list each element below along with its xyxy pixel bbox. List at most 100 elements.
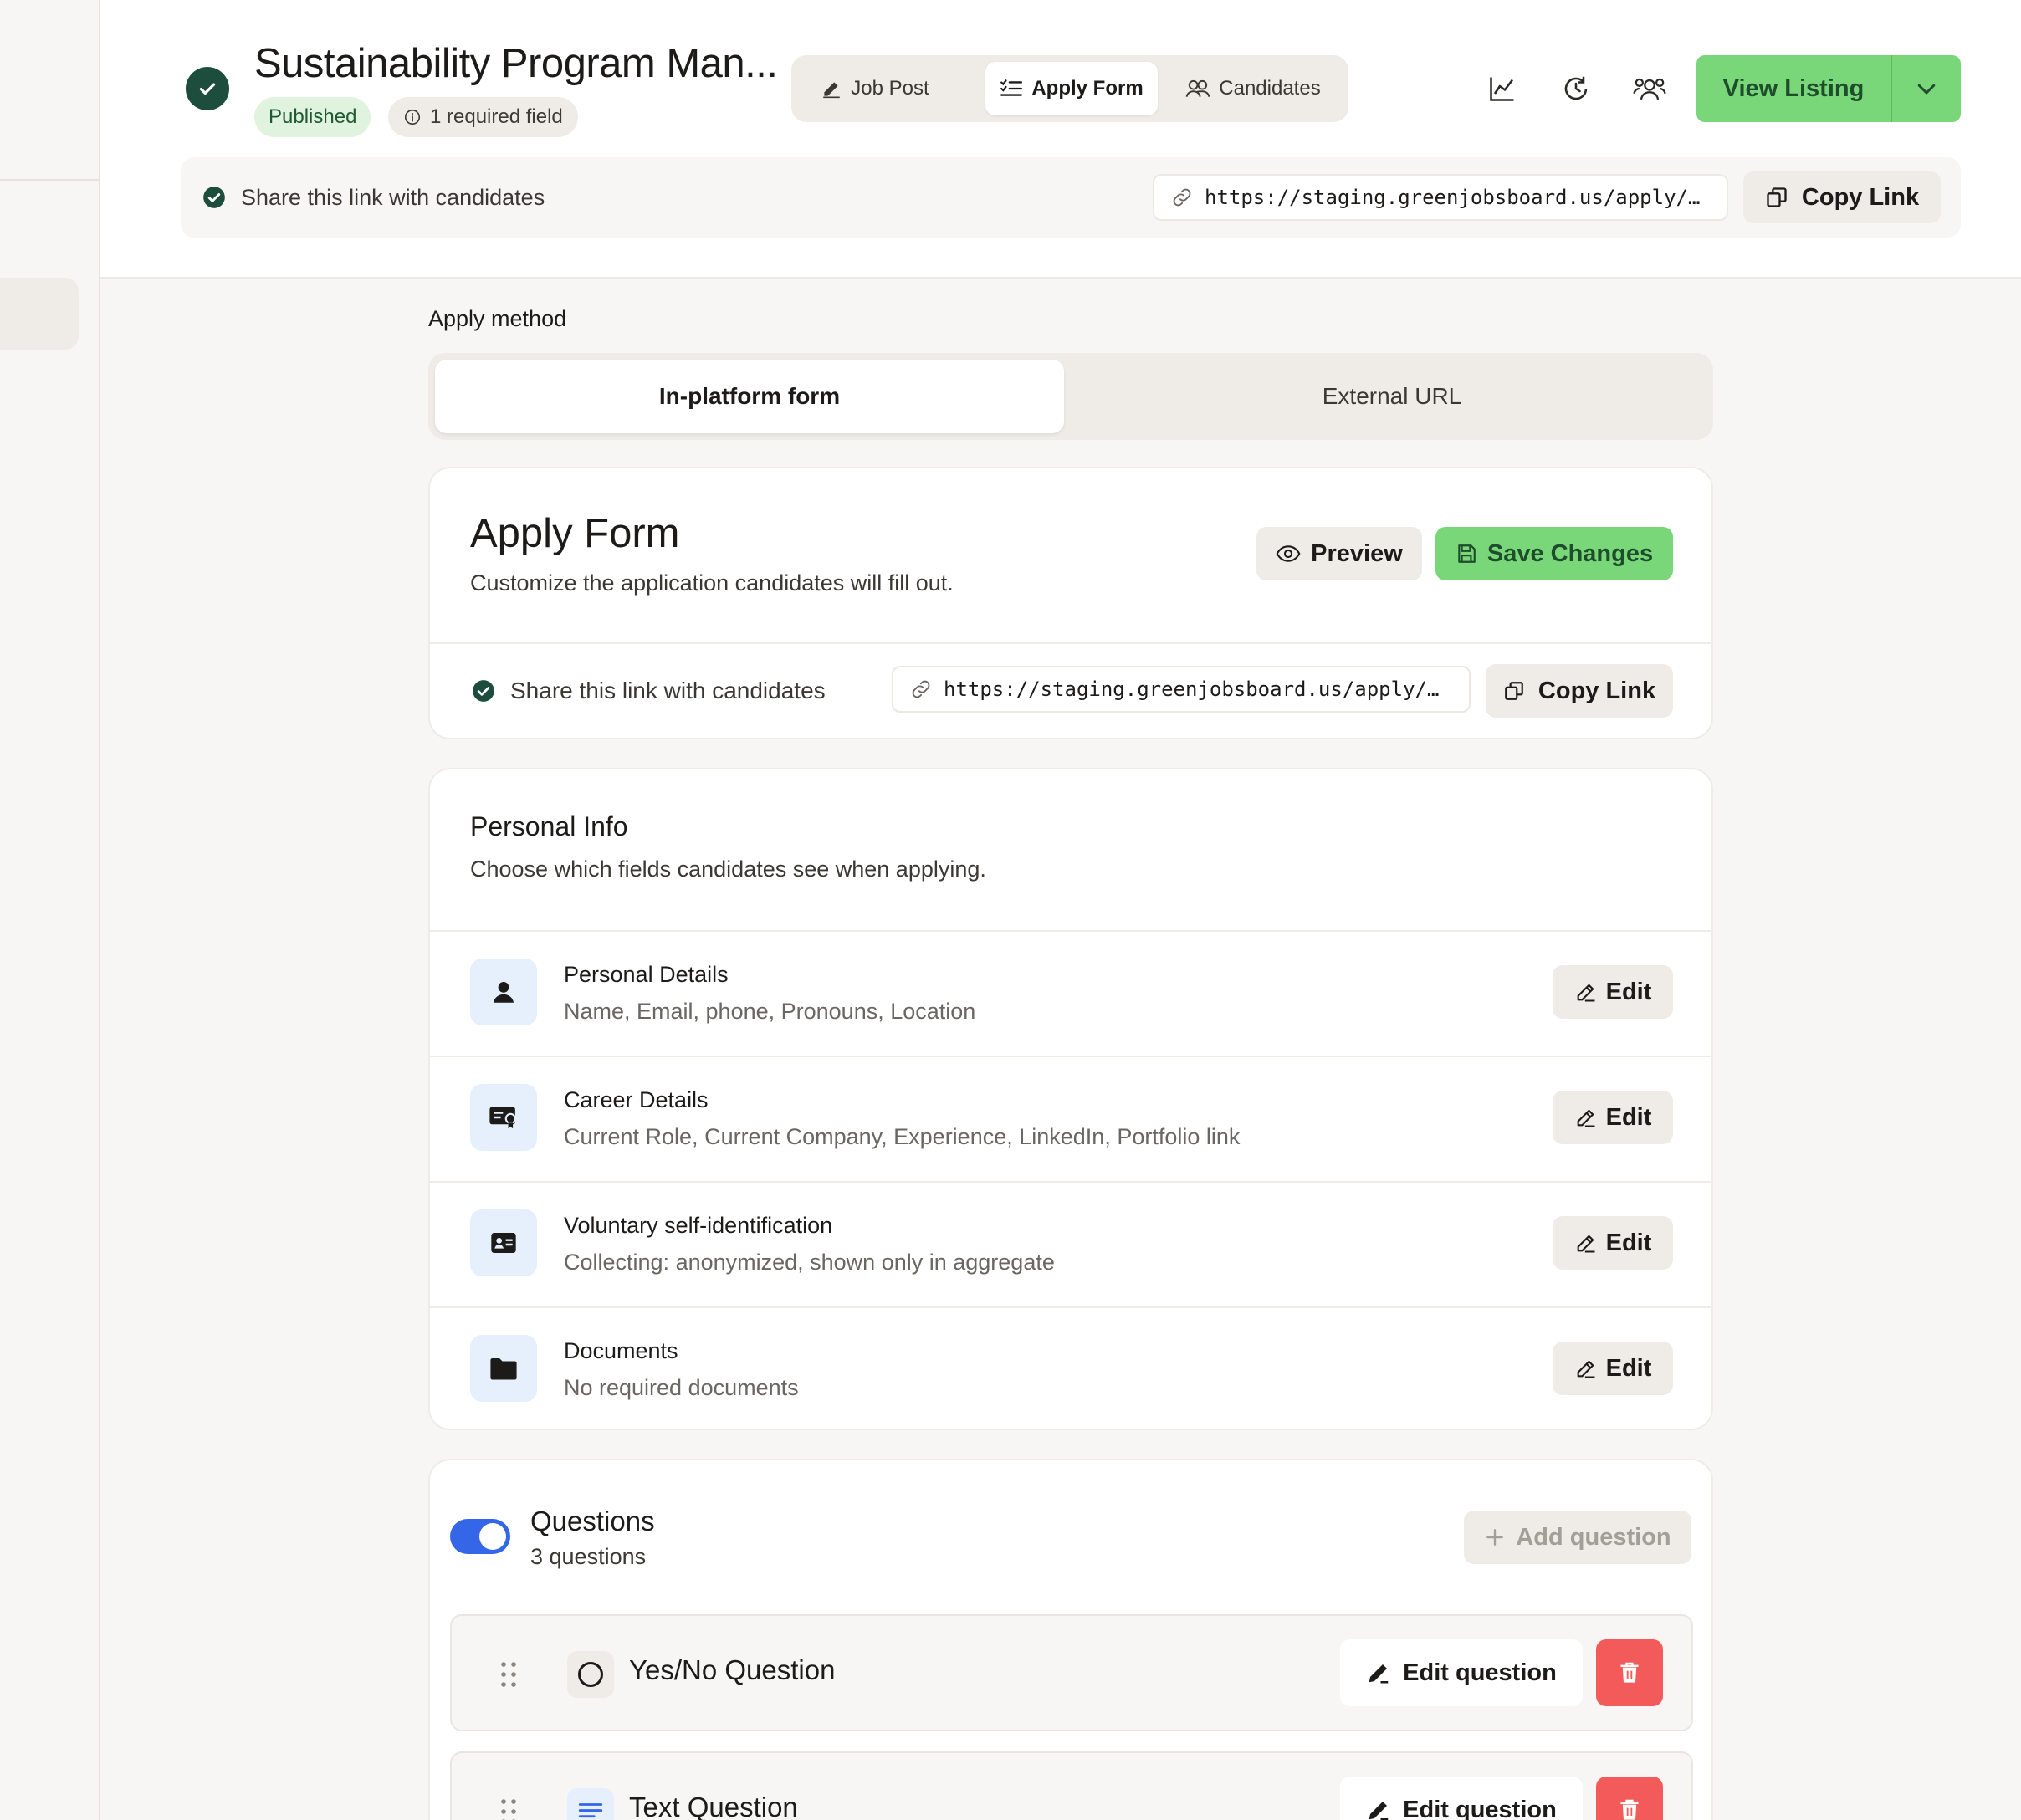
apply-form-copy-link-button[interactable]: Copy Link <box>1486 664 1673 718</box>
left-sidebar <box>0 0 100 1820</box>
pencil-icon <box>1574 1106 1598 1129</box>
edit-personal-details-button[interactable]: Edit <box>1553 965 1673 1019</box>
view-listing-button[interactable]: View Listing <box>1696 55 1892 122</box>
career-details-row: Career Details Current Role, Current Com… <box>430 1056 1711 1179</box>
tab-candidates[interactable]: Candidates <box>1169 62 1337 115</box>
eye-icon <box>1276 543 1301 565</box>
edit-documents-button[interactable]: Edit <box>1553 1342 1673 1395</box>
status-badge: Published <box>254 97 371 137</box>
users-icon <box>1185 78 1210 100</box>
edit-label: Edit <box>1605 1103 1652 1131</box>
preview-label: Preview <box>1311 539 1403 567</box>
apply-method-toggle: In-platform form External URL <box>428 353 1713 440</box>
row-title: Documents <box>564 1338 678 1363</box>
documents-row: Documents No required documents Edit <box>430 1306 1711 1430</box>
pencil-icon <box>1366 1797 1391 1820</box>
share-url: https://staging.greenjobsboard.us/apply/… <box>1205 186 1701 209</box>
pencil-icon <box>1366 1660 1391 1685</box>
edit-question-button[interactable]: Edit question <box>1340 1639 1583 1706</box>
chevron-down-icon <box>1914 76 1939 101</box>
row-divider <box>430 1181 1711 1183</box>
main-tabs: Job Post Apply Form Candidates <box>791 55 1348 122</box>
save-changes-button[interactable]: Save Changes <box>1435 527 1673 580</box>
tab-apply-form[interactable]: Apply Form <box>985 62 1158 115</box>
delete-question-button[interactable] <box>1596 1639 1663 1706</box>
preview-button[interactable]: Preview <box>1256 527 1422 580</box>
drag-handle-icon[interactable] <box>499 1798 519 1820</box>
share-text: Share this link with candidates <box>241 184 545 210</box>
add-question-button[interactable]: Add question <box>1464 1511 1691 1564</box>
row-title: Voluntary self-identification <box>564 1213 833 1238</box>
copy-link-label: Copy Link <box>1537 677 1656 704</box>
tab-job-post[interactable]: Job Post <box>806 62 944 115</box>
self-identification-row: Voluntary self-identification Collecting… <box>430 1181 1711 1305</box>
apply-method-option-external-url[interactable]: External URL <box>1077 360 1706 433</box>
personal-info-subtitle: Choose which fields candidates see when … <box>470 856 986 882</box>
row-divider <box>430 1306 1711 1308</box>
row-description: Name, Email, phone, Pronouns, Location <box>564 999 976 1024</box>
question-label: Yes/No Question <box>629 1654 836 1685</box>
person-icon <box>470 959 537 1025</box>
copy-icon <box>1765 186 1788 209</box>
share-url: https://staging.greenjobsboard.us/apply/… <box>944 677 1440 701</box>
required-field-label: 1 required field <box>430 105 563 128</box>
questions-card: Questions 3 questions Add question Yes/N… <box>428 1459 1713 1820</box>
save-icon <box>1456 543 1477 565</box>
card-divider <box>430 642 1711 644</box>
check-circle-icon <box>472 679 495 703</box>
edit-question-button[interactable]: Edit question <box>1340 1777 1583 1820</box>
required-field-badge[interactable]: 1 required field <box>388 97 578 137</box>
drag-handle-icon[interactable] <box>499 1661 519 1688</box>
apply-form-share-url-field[interactable]: https://staging.greenjobsboard.us/apply/… <box>892 666 1471 713</box>
view-listing-menu-button[interactable] <box>1892 55 1961 122</box>
personal-details-row: Personal Details Name, Email, phone, Pro… <box>430 930 1711 1054</box>
questions-toggle[interactable] <box>450 1519 510 1554</box>
question-item: Text Question Edit question <box>450 1751 1693 1820</box>
apply-method-label: Apply method <box>428 306 567 331</box>
certificate-icon <box>470 1084 537 1151</box>
header-share-url-field[interactable]: https://staging.greenjobsboard.us/apply/… <box>1153 174 1728 221</box>
tab-label: Job Post <box>851 77 929 100</box>
link-icon <box>1171 187 1193 208</box>
row-description: No required documents <box>564 1375 799 1400</box>
question-item: Yes/No Question Edit question <box>450 1614 1693 1731</box>
edit-self-identification-button[interactable]: Edit <box>1553 1216 1673 1270</box>
delete-question-button[interactable] <box>1596 1777 1663 1820</box>
save-changes-label: Save Changes <box>1486 539 1654 567</box>
team-icon[interactable] <box>1628 67 1671 110</box>
toggle-knob <box>479 1523 506 1550</box>
text-lines-icon <box>567 1788 614 1820</box>
header-copy-link-button[interactable]: Copy Link <box>1743 171 1941 223</box>
history-icon[interactable] <box>1554 67 1598 110</box>
personal-info-title: Personal Info <box>470 811 628 841</box>
row-title: Personal Details <box>564 962 729 987</box>
edit-label: Edit <box>1605 1229 1652 1256</box>
row-title: Career Details <box>564 1087 709 1112</box>
apply-form-card: Apply Form Customize the application can… <box>428 467 1713 739</box>
edit-question-label: Edit question <box>1403 1659 1557 1686</box>
question-label: Text Question <box>629 1792 798 1820</box>
id-card-icon <box>470 1209 537 1276</box>
sidebar-active-item[interactable] <box>0 278 79 350</box>
row-divider <box>430 1056 1711 1057</box>
copy-link-label: Copy Link <box>1801 183 1920 211</box>
questions-count: 3 questions <box>530 1544 647 1569</box>
share-text: Share this link with candidates <box>510 677 826 703</box>
apply-method-option-in-platform[interactable]: In-platform form <box>435 360 1064 433</box>
checklist-icon <box>1000 78 1023 100</box>
info-icon <box>403 108 422 126</box>
share-message: Share this link with candidates <box>202 157 545 238</box>
questions-title: Questions <box>530 1506 655 1536</box>
row-description: Collecting: anonymized, shown only in ag… <box>564 1250 1055 1275</box>
row-description: Current Role, Current Company, Experienc… <box>564 1124 1241 1149</box>
edit-career-details-button[interactable]: Edit <box>1553 1091 1673 1144</box>
edit-question-label: Edit question <box>1403 1796 1557 1820</box>
analytics-chart-icon[interactable] <box>1481 67 1524 110</box>
copy-icon <box>1503 680 1525 702</box>
edit-label: Edit <box>1605 978 1652 1005</box>
tab-label: Apply Form <box>1031 77 1144 100</box>
row-divider <box>430 930 1711 932</box>
folder-icon <box>470 1335 537 1402</box>
apply-form-subtitle: Customize the application candidates wil… <box>470 570 954 596</box>
edit-label: Edit <box>1605 1354 1652 1382</box>
